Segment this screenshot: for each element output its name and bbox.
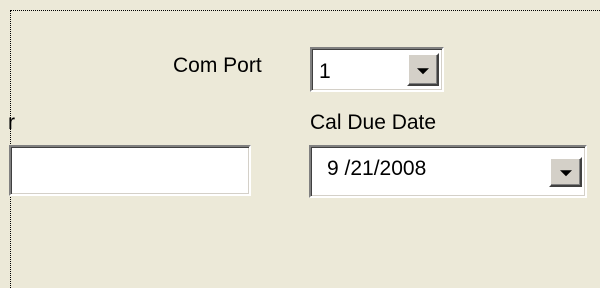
- chevron-down-icon: [559, 170, 572, 177]
- cal-due-date-picker[interactable]: 9 /21/2008: [309, 145, 587, 198]
- cal-due-date-dropdown-button[interactable]: [549, 157, 582, 187]
- clipped-text-field[interactable]: [9, 145, 251, 196]
- chevron-down-icon: [417, 67, 429, 74]
- cal-due-date-label: Cal Due Date: [310, 111, 437, 134]
- com-port-value: 1: [319, 60, 331, 83]
- com-port-dropdown[interactable]: 1: [310, 47, 444, 92]
- com-port-dropdown-button[interactable]: [407, 53, 439, 86]
- clipped-field-label: r: [8, 111, 15, 134]
- cal-due-date-value: 9 /21/2008: [327, 157, 427, 180]
- group-frame-top-border: [10, 10, 600, 11]
- com-port-label: Com Port: [173, 54, 262, 77]
